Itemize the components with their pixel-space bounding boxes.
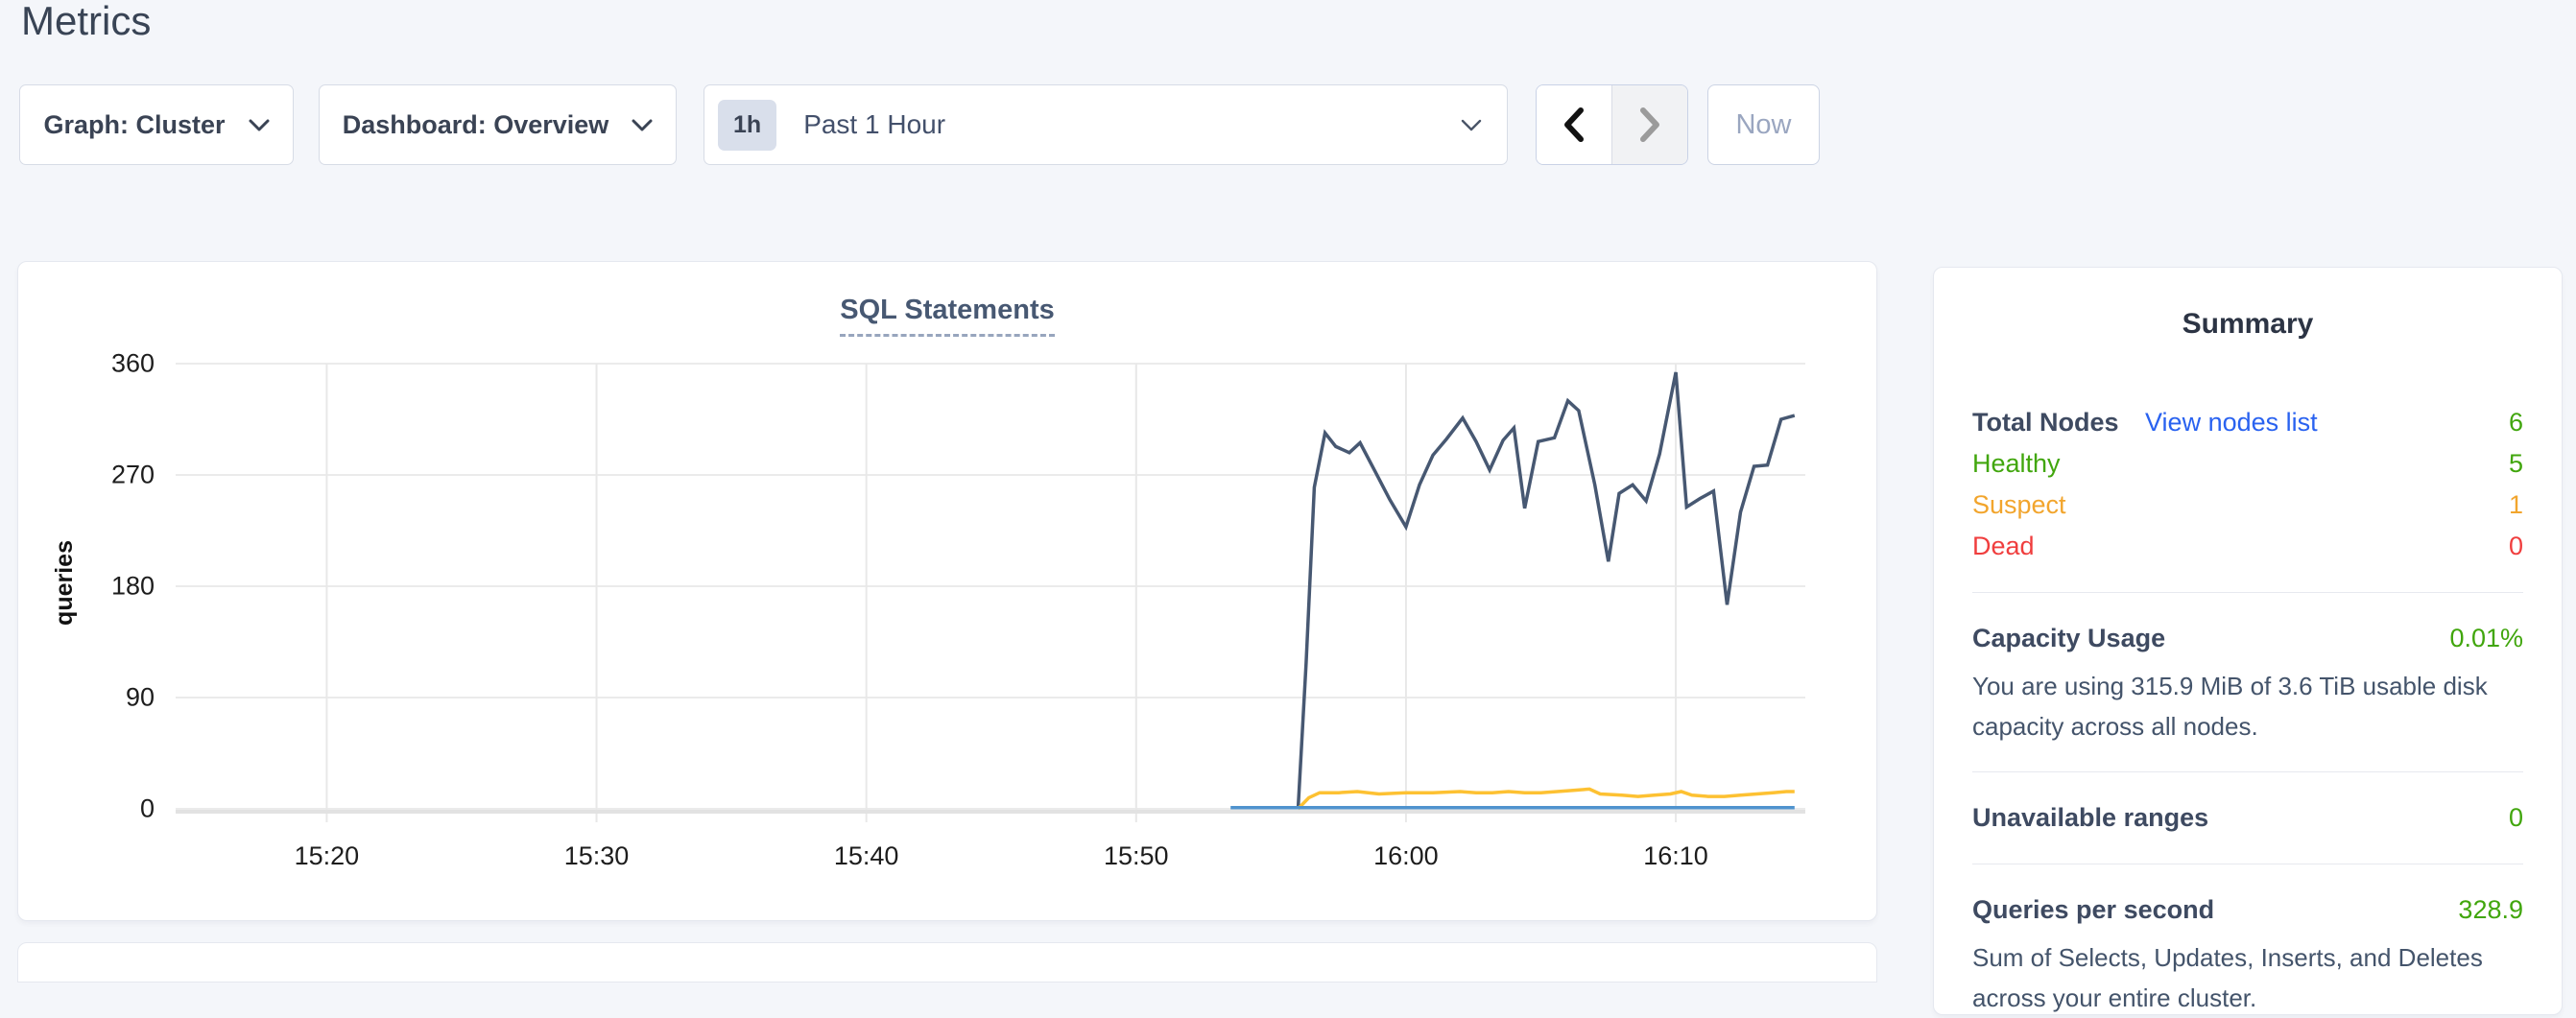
dashboard-dropdown[interactable]: Dashboard: Overview	[319, 84, 677, 165]
x-tick-label: 15:50	[1104, 841, 1169, 871]
y-axis-unit-label: queries	[51, 343, 79, 822]
total-nodes-label: Total Nodes	[1972, 408, 2119, 437]
queries-per-second-value: 328.9	[2458, 889, 2523, 931]
total-nodes-row: Total Nodes View nodes list 6	[1972, 402, 2523, 443]
dead-label: Dead	[1972, 526, 2035, 567]
chevron-right-icon	[1637, 107, 1662, 143]
dead-value: 0	[2509, 526, 2523, 567]
queries-per-second-description: Sum of Selects, Updates, Inserts, and De…	[1972, 938, 2523, 1018]
capacity-usage-row: Capacity Usage 0.01%	[1972, 618, 2523, 659]
healthy-value: 5	[2509, 443, 2523, 485]
capacity-usage-description: You are using 315.9 MiB of 3.6 TiB usabl…	[1972, 667, 2523, 746]
queries-per-second-label: Queries per second	[1972, 889, 2214, 931]
chevron-down-icon	[1461, 119, 1482, 131]
x-tick-label: 16:00	[1373, 841, 1439, 871]
y-tick-label: 270	[111, 461, 155, 490]
time-range-badge: 1h	[718, 100, 776, 151]
x-tick-label: 15:30	[564, 841, 630, 871]
dashboard-label: Dashboard: Overview	[343, 110, 609, 140]
capacity-usage-value: 0.01%	[2449, 618, 2523, 659]
step-back-button[interactable]	[1537, 85, 1611, 164]
time-range-dropdown[interactable]: 1h Past 1 Hour	[704, 84, 1508, 165]
summary-title: Summary	[1972, 308, 2523, 341]
dead-nodes-row: Dead 0	[1972, 526, 2523, 567]
chevron-down-icon	[249, 119, 270, 131]
time-range-label: Past 1 Hour	[803, 109, 1461, 140]
graph-scope-label: Graph: Cluster	[43, 110, 225, 140]
y-tick-label: 90	[126, 683, 155, 713]
metrics-toolbar: Graph: Cluster Dashboard: Overview 1h Pa…	[19, 84, 1820, 165]
y-tick-label: 180	[111, 572, 155, 602]
capacity-usage-label: Capacity Usage	[1972, 618, 2165, 659]
sql-statements-chart-card: SQL Statements queries 09018027036015:20…	[17, 261, 1877, 921]
chart-plot-area[interactable]: queries 09018027036015:2015:3015:4015:50…	[176, 343, 1805, 822]
total-nodes-value: 6	[2509, 402, 2523, 443]
page-title: Metrics	[21, 0, 151, 44]
unavailable-ranges-label: Unavailable ranges	[1972, 797, 2208, 839]
divider	[1972, 771, 2523, 772]
time-step-button-group	[1536, 84, 1688, 165]
next-chart-card-edge	[17, 942, 1877, 982]
chart-canvas	[176, 343, 1805, 822]
chevron-down-icon	[632, 119, 653, 131]
graph-scope-dropdown[interactable]: Graph: Cluster	[19, 84, 294, 165]
chart-series-statements-dark-slate	[1299, 372, 1795, 809]
x-tick-label: 15:20	[295, 841, 360, 871]
suspect-nodes-row: Suspect 1	[1972, 485, 2523, 526]
healthy-label: Healthy	[1972, 443, 2061, 485]
total-nodes-label-group: Total Nodes View nodes list	[1972, 402, 2318, 443]
x-tick-label: 16:10	[1643, 841, 1708, 871]
suspect-value: 1	[2509, 485, 2523, 526]
now-button[interactable]: Now	[1707, 84, 1820, 165]
view-nodes-list-link[interactable]: View nodes list	[2145, 408, 2318, 437]
chevron-left-icon	[1562, 107, 1586, 143]
unavailable-ranges-row: Unavailable ranges 0	[1972, 797, 2523, 839]
queries-per-second-row: Queries per second 328.9	[1972, 889, 2523, 931]
healthy-nodes-row: Healthy 5	[1972, 443, 2523, 485]
y-tick-label: 360	[111, 349, 155, 379]
x-tick-label: 15:40	[834, 841, 899, 871]
summary-panel: Summary Total Nodes View nodes list 6 He…	[1933, 267, 2563, 1015]
unavailable-ranges-value: 0	[2509, 797, 2523, 839]
chart-title-wrap: SQL Statements	[18, 295, 1876, 337]
step-forward-button[interactable]	[1611, 85, 1687, 164]
chart-series-statements-yellow	[1299, 789, 1795, 809]
chart-title[interactable]: SQL Statements	[840, 295, 1054, 337]
suspect-label: Suspect	[1972, 485, 2066, 526]
divider	[1972, 592, 2523, 593]
y-tick-label: 0	[140, 794, 155, 824]
